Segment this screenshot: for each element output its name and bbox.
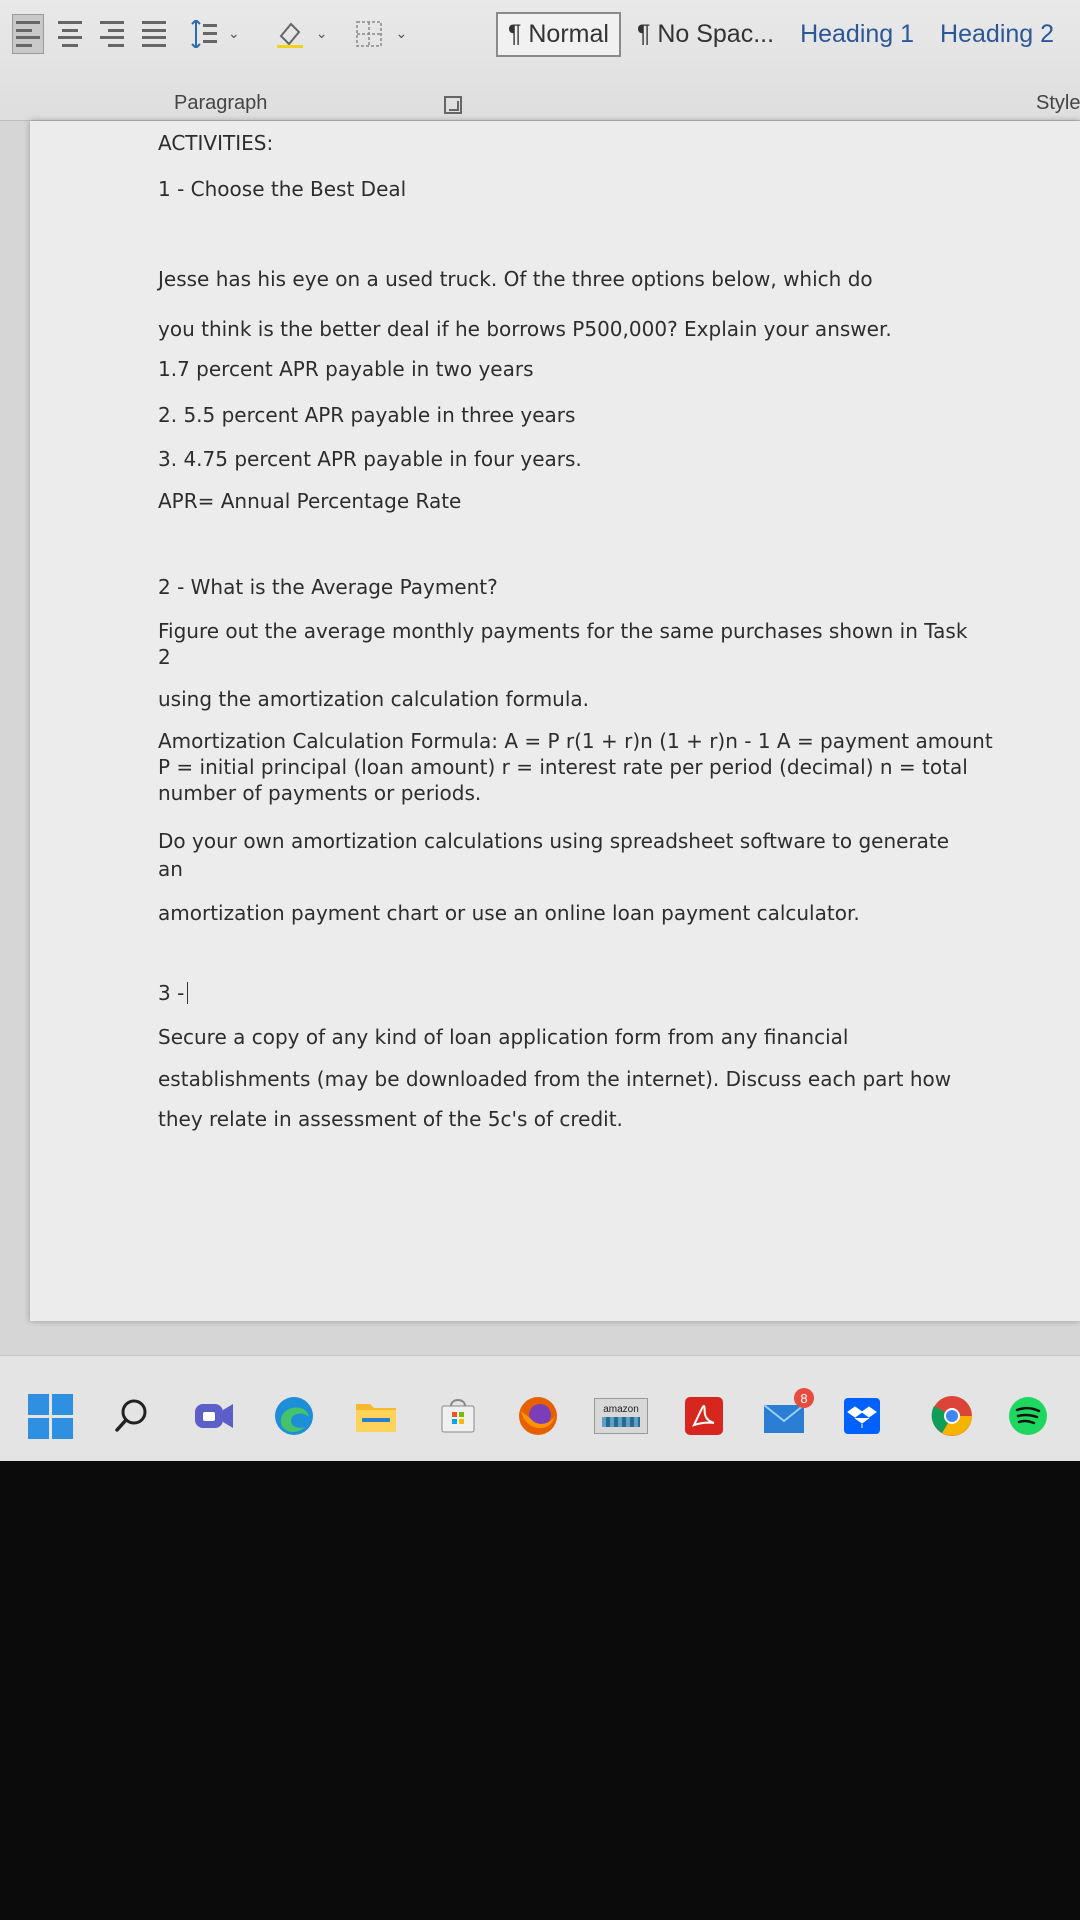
dropbox-icon[interactable] <box>840 1394 884 1438</box>
ribbon: ⌄ ⌄ ⌄ ¶ Normal ¶ No Spac... Heading 1 He… <box>0 0 1080 121</box>
align-center-icon[interactable] <box>54 14 86 54</box>
borders-icon[interactable] <box>347 14 391 54</box>
search-icon[interactable] <box>110 1394 154 1438</box>
formula-line-2: P = initial principal (loan amount) r = … <box>158 755 968 779</box>
paragraph-group-label: Paragraph <box>174 92 268 114</box>
dialog-launcher-icon[interactable] <box>444 96 462 114</box>
chrome-icon[interactable] <box>930 1394 974 1438</box>
activity-2-title: 2 - What is the Average Payment? <box>158 575 498 599</box>
text-cursor <box>187 982 189 1004</box>
amazon-icon[interactable]: amazon <box>594 1394 648 1438</box>
mail-badge: 8 <box>794 1388 814 1408</box>
align-right-icon[interactable] <box>96 14 128 54</box>
activity-3-title: 3 - <box>158 981 1038 1006</box>
windows-start-icon[interactable] <box>27 1393 73 1439</box>
file-explorer-icon[interactable] <box>354 1394 398 1438</box>
activity-3-text-line-3: they relate in assessment of the 5c's of… <box>158 1107 623 1131</box>
shading-chevron-icon[interactable]: ⌄ <box>316 26 328 42</box>
apr-definition: APR= Annual Percentage Rate <box>158 489 462 513</box>
styles-group-label: Style <box>1036 92 1080 114</box>
styles-gallery: ¶ Normal ¶ No Spac... Heading 1 Heading … <box>496 10 1070 58</box>
line-spacing-icon[interactable] <box>180 14 224 54</box>
style-normal[interactable]: ¶ Normal <box>496 11 621 57</box>
formula-line-1: Amortization Calculation Formula: A = P … <box>158 729 993 753</box>
paragraph-tools: ⌄ ⌄ ⌄ <box>12 14 407 54</box>
shading-icon[interactable] <box>268 14 312 54</box>
activity-2-text-line-6: amortization payment chart or use an onl… <box>158 901 860 925</box>
formula-line-3: number of payments or periods. <box>158 781 482 805</box>
acrobat-icon[interactable] <box>682 1394 726 1438</box>
borders-chevron-icon[interactable]: ⌄ <box>395 26 407 42</box>
activity-3-text-line-2: establishments (may be downloaded from t… <box>158 1067 952 1091</box>
activity-2-text-line-1: Figure out the average monthly payments … <box>158 619 968 643</box>
option-1: 1.7 percent APR payable in two years <box>158 357 534 381</box>
spotify-icon[interactable] <box>1006 1394 1050 1438</box>
activity-3-title-text: 3 - <box>158 981 185 1005</box>
edge-icon[interactable] <box>272 1394 316 1438</box>
style-no-spacing[interactable]: ¶ No Spac... <box>627 14 784 55</box>
firefox-icon[interactable] <box>516 1394 560 1438</box>
screen-bezel <box>0 1461 1080 1920</box>
microsoft-store-icon[interactable] <box>436 1394 480 1438</box>
document-page[interactable]: ACTIVITIES: 1 - Choose the Best Deal Jes… <box>30 121 1080 1321</box>
activities-heading: ACTIVITIES: <box>158 131 274 155</box>
teams-icon[interactable] <box>192 1394 236 1438</box>
activity-1-title: 1 - Choose the Best Deal <box>158 177 407 201</box>
activity-1-text-line-1: Jesse has his eye on a used truck. Of th… <box>158 267 873 291</box>
activity-2-text-line-5: an <box>158 857 183 881</box>
document-area: ACTIVITIES: 1 - Choose the Best Deal Jes… <box>0 121 1080 1355</box>
option-3: 3. 4.75 percent APR payable in four year… <box>158 447 582 471</box>
amazon-label: amazon <box>603 1404 639 1415</box>
align-left-icon[interactable] <box>12 14 44 54</box>
style-heading-1[interactable]: Heading 1 <box>790 14 924 55</box>
activity-2-text-line-3: using the amortization calculation formu… <box>158 687 590 711</box>
justify-icon[interactable] <box>138 14 170 54</box>
option-2: 2. 5.5 percent APR payable in three year… <box>158 403 576 427</box>
activity-1-text-line-2: you think is the better deal if he borro… <box>158 317 892 341</box>
activity-3-text-line-1: Secure a copy of any kind of loan applic… <box>158 1025 849 1049</box>
activity-2-text-line-4: Do your own amortization calculations us… <box>158 829 950 853</box>
mail-icon[interactable]: 8 <box>760 1388 814 1438</box>
style-heading-2[interactable]: Heading 2 <box>930 14 1064 55</box>
taskbar: amazon 8 <box>0 1355 1080 1461</box>
activity-2-text-line-2: 2 <box>158 645 171 669</box>
line-spacing-chevron-icon[interactable]: ⌄ <box>228 26 240 42</box>
